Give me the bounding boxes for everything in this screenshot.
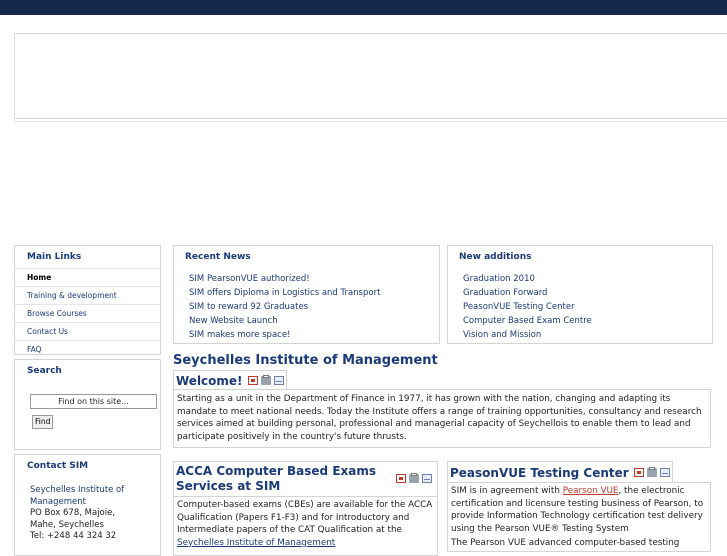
new-additions-item[interactable]: PeasonVUE Testing Center [463,300,712,314]
vue-article-title[interactable]: PeasonVUE Testing Center [450,466,629,480]
menu-item-home[interactable]: Home [15,268,160,287]
vue-text-before: SIM is in agreement with [451,486,563,496]
new-additions-item[interactable]: Vision and Mission [463,328,712,342]
acca-institute-link[interactable]: Seychelles Institute of Management [177,538,335,548]
recent-news-item[interactable]: SIM makes more space! [189,328,439,342]
search-input[interactable] [30,394,157,409]
header-banner [14,33,727,119]
acca-article-header: ACCA Computer Based Exams Services at SI… [173,461,438,496]
pdf-icon[interactable] [633,468,644,477]
main-links-title: Main Links [27,252,82,262]
welcome-article-header: Welcome! [173,370,287,390]
main-links-box: Main Links Home Training & development B… [14,245,161,355]
vue-paragraph-1: SIM is in agreement with Pearson VUE, th… [451,485,707,535]
vue-article-body: SIM is in agreement with Pearson VUE, th… [447,482,711,552]
email-icon[interactable] [422,474,432,483]
recent-news-item[interactable]: SIM PearsonVUE authorized! [189,272,439,286]
pearson-vue-link[interactable]: Pearson VUE [563,486,619,496]
contact-details: Seychelles Institute of Management PO Bo… [15,477,160,543]
find-button[interactable]: Find [32,415,54,429]
acca-article-body: Computer-based exams (CBEs) are availabl… [173,496,438,556]
pdf-icon[interactable] [247,376,258,385]
contact-address-line2: Mahe, Seychelles [30,519,104,530]
acca-article-text: Computer-based exams (CBEs) are availabl… [177,500,433,535]
banner-divider [14,121,727,122]
page-title: Seychelles Institute of Management [173,353,438,368]
email-icon[interactable] [273,376,284,385]
acca-article-title[interactable]: ACCA Computer Based Exams Services at SI… [176,462,386,494]
new-additions-item[interactable]: Computer Based Exam Centre [463,314,712,328]
recent-news-item[interactable]: SIM offers Diploma in Logistics and Tran… [189,286,439,300]
welcome-article-title[interactable]: Welcome! [176,374,243,388]
contact-telephone: Tel: +248 44 324 32 [30,531,117,541]
search-box: Search Find [14,359,161,450]
recent-news-box: Recent News SIM PearsonVUE authorized! S… [173,245,440,344]
contact-org-link-line1[interactable]: Seychelles Institute of [30,485,160,497]
menu-item-contact-us[interactable]: Contact Us [15,323,160,341]
contact-title: Contact SIM [27,461,89,471]
new-additions-item[interactable]: Graduation Forward [463,286,712,300]
new-additions-item[interactable]: Graduation 2010 [463,272,712,286]
menu-item-faq[interactable]: FAQ [15,341,160,358]
print-icon[interactable] [409,473,419,483]
recent-news-item[interactable]: New Website Launch [189,314,439,328]
contact-org-link-line2[interactable]: Management [30,497,160,509]
print-icon[interactable] [646,467,657,477]
welcome-article-body: Starting as a unit in the Department of … [173,389,711,448]
recent-news-item[interactable]: SIM to reward 92 Graduates [189,300,439,314]
search-title: Search [27,366,62,376]
contact-address-line1: PO Box 678, Majoie, [30,508,116,518]
vue-article-header: PeasonVUE Testing Center [447,461,673,483]
email-icon[interactable] [659,468,670,477]
menu-item-browse-courses[interactable]: Browse Courses [15,305,160,323]
contact-box: Contact SIM Seychelles Institute of Mana… [14,454,161,556]
new-additions-title: New additions [459,252,532,262]
new-additions-box: New additions Graduation 2010 Graduation… [447,245,713,344]
pdf-icon[interactable] [396,474,406,483]
print-icon[interactable] [260,375,271,385]
top-navigation-bar [0,0,727,15]
menu-item-training[interactable]: Training & development [15,287,160,305]
recent-news-title: Recent News [185,252,251,262]
